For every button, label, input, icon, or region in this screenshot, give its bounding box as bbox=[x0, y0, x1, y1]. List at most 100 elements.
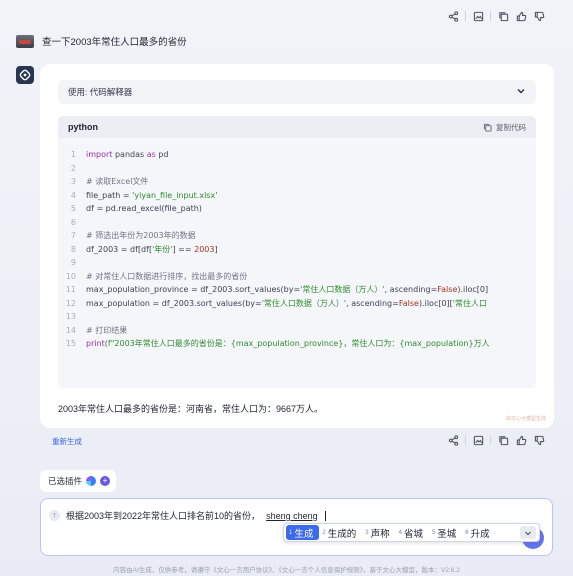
code-line: 13 bbox=[58, 310, 536, 324]
ime-candidate-number: 6 bbox=[465, 529, 469, 536]
plugin-usage-bar[interactable]: 使用: 代码解释器 bbox=[58, 80, 536, 104]
divider bbox=[465, 435, 466, 445]
line-number: 2 bbox=[70, 163, 76, 173]
code-text: # 打印结果 bbox=[86, 324, 127, 338]
code-token: import bbox=[86, 150, 113, 159]
line-number: 10 bbox=[65, 271, 76, 281]
code-text: # 筛选出年份为2003年的数据 bbox=[86, 229, 196, 243]
line-number: 5 bbox=[70, 204, 76, 213]
ime-candidate-number: 4 bbox=[398, 529, 402, 536]
ime-candidate-bar: 1 生成 2 生成的 3 声称 4 省城 5 圣城 6 升成 bbox=[283, 523, 540, 542]
bot-avatar bbox=[16, 66, 34, 84]
ime-candidate-number: 3 bbox=[365, 529, 369, 536]
code-token: as bbox=[146, 150, 156, 159]
footer-disclaimer: 内容由AI生成，仅供参考，请遵守《文心一言用户协议》、《文心一言个人信息保护规则… bbox=[113, 567, 460, 574]
ime-candidate[interactable]: 1 生成 bbox=[286, 525, 320, 540]
code-line: 4 file_path = 'yiyan_file_input.xlsx' bbox=[58, 189, 536, 203]
code-line: 3 # 读取Excel文件 bbox=[58, 175, 536, 189]
divider bbox=[490, 435, 491, 445]
selected-plugins[interactable]: 已选插件 + bbox=[40, 470, 117, 492]
code-block: python 复制代码 1 import pandas as pd 2 3 # 读取Ex… bbox=[58, 116, 536, 388]
code-token: 2003 bbox=[194, 244, 215, 254]
line-number: 3 bbox=[70, 177, 76, 186]
code-line: 7 # 筛选出年份为2003年的数据 bbox=[58, 229, 536, 243]
ime-candidate[interactable]: 6 升成 bbox=[462, 525, 495, 540]
code-token: ).iloc[0][ bbox=[418, 298, 453, 308]
copy-code-button[interactable]: 复制代码 bbox=[483, 122, 526, 133]
share-icon[interactable] bbox=[445, 432, 461, 448]
chat-page: 查一下2003年常住人口最多的省份 使用: 代码解释器 python 复制代码 … bbox=[0, 0, 573, 576]
line-number: 11 bbox=[65, 285, 76, 294]
line-number: 8 bbox=[70, 244, 76, 254]
result-text: 2003年常住人口最多的省份是：河南省，常住人口为：9667万人。 bbox=[58, 404, 324, 414]
code-token: , ascending= bbox=[346, 298, 399, 308]
text-caret bbox=[324, 510, 326, 521]
chevron-down-icon bbox=[525, 531, 531, 535]
code-text: max_population = df_2003.sort_values(by=… bbox=[86, 297, 487, 311]
thumb-up-icon[interactable] bbox=[513, 432, 529, 448]
code-token: max_population = df_2003.sort_values(by= bbox=[86, 298, 262, 308]
divider bbox=[490, 11, 491, 21]
image-export-icon[interactable] bbox=[470, 8, 486, 24]
code-text: print(f"2003年常住人口最多的省份是：{max_population_… bbox=[86, 337, 490, 351]
code-token: 'yiyan_file_input.xlsx' bbox=[132, 190, 218, 200]
code-token: max_population_province = df_2003.sort_v… bbox=[86, 285, 301, 294]
code-text: # 读取Excel文件 bbox=[86, 175, 148, 189]
code-token: False bbox=[437, 285, 458, 294]
code-body: 1 import pandas as pd 2 3 # 读取Excel文件 4 file_p… bbox=[58, 138, 536, 351]
bot-logo-icon bbox=[19, 69, 31, 81]
ime-candidate-number: 2 bbox=[322, 529, 326, 536]
line-number: 13 bbox=[65, 312, 76, 321]
code-token: '常住人口数据（万人）' bbox=[300, 285, 385, 294]
ime-candidate-word: 生成 bbox=[294, 528, 314, 540]
ime-candidate[interactable]: 3 声称 bbox=[362, 525, 395, 540]
plugin-icon[interactable] bbox=[86, 476, 97, 486]
thumb-down-icon[interactable] bbox=[531, 432, 547, 448]
ime-candidate-word: 省城 bbox=[403, 528, 423, 540]
ime-composition: sheng cheng bbox=[266, 510, 318, 521]
ai-generated-watermark: 由文心大模型生成 bbox=[505, 416, 546, 422]
user-message: 查一下2003年常住人口最多的省份 bbox=[16, 34, 187, 48]
regenerate-button[interactable]: 重新生成 bbox=[52, 436, 82, 447]
thumb-up-icon[interactable] bbox=[513, 8, 529, 24]
code-line: 2 bbox=[58, 162, 536, 176]
add-plugin-icon[interactable]: + bbox=[100, 476, 111, 486]
code-line: 5 df = pd.read_excel(file_path) bbox=[58, 202, 536, 216]
top-message-actions bbox=[445, 8, 547, 24]
code-line: 9 bbox=[58, 256, 536, 270]
copy-icon[interactable] bbox=[495, 432, 511, 448]
code-token: df = pd.read_excel(file_path) bbox=[86, 204, 202, 213]
code-token: (f"2003年常住人口最多的省份是：{max_population_provi… bbox=[104, 339, 490, 348]
code-header: python 复制代码 bbox=[58, 116, 536, 138]
code-line: 14 # 打印结果 bbox=[58, 324, 536, 338]
chevron-down-icon[interactable] bbox=[516, 86, 526, 98]
code-token: pandas bbox=[112, 150, 147, 159]
ime-candidate[interactable]: 2 生成的 bbox=[319, 525, 362, 540]
line-number: 4 bbox=[70, 190, 76, 200]
thumb-down-icon[interactable] bbox=[531, 8, 547, 24]
code-token: '年份' bbox=[152, 244, 173, 254]
code-line: 1 import pandas as pd bbox=[58, 148, 536, 162]
bottom-message-actions bbox=[445, 432, 547, 448]
ime-candidate-word: 声称 bbox=[370, 528, 390, 540]
plugin-usage-label: 使用: 代码解释器 bbox=[68, 87, 133, 97]
prompt-text[interactable]: 根据2003年到2022年常住人口排名前10的省份， bbox=[66, 509, 260, 522]
ime-candidate-number: 1 bbox=[289, 529, 293, 536]
line-number: 9 bbox=[70, 258, 76, 267]
copy-icon[interactable] bbox=[495, 8, 511, 24]
code-token: df_2003 = df[df[ bbox=[86, 244, 153, 254]
code-token: pd bbox=[155, 150, 169, 159]
line-number: 7 bbox=[70, 231, 76, 240]
ime-candidate[interactable]: 5 圣城 bbox=[429, 525, 462, 540]
ime-expand-button[interactable] bbox=[520, 526, 536, 539]
upload-icon[interactable]: ↑ bbox=[49, 510, 60, 521]
ime-candidate[interactable]: 4 省城 bbox=[396, 525, 429, 540]
line-number: 14 bbox=[65, 325, 76, 335]
code-text: df_2003 = df[df['年份'] == 2003] bbox=[86, 243, 218, 257]
code-token: ).iloc[0] bbox=[457, 285, 489, 294]
line-number: 12 bbox=[65, 298, 76, 308]
share-icon[interactable] bbox=[445, 8, 461, 24]
image-export-icon[interactable] bbox=[470, 432, 486, 448]
code-token: , ascending= bbox=[384, 285, 438, 294]
code-line: 6 bbox=[58, 216, 536, 230]
